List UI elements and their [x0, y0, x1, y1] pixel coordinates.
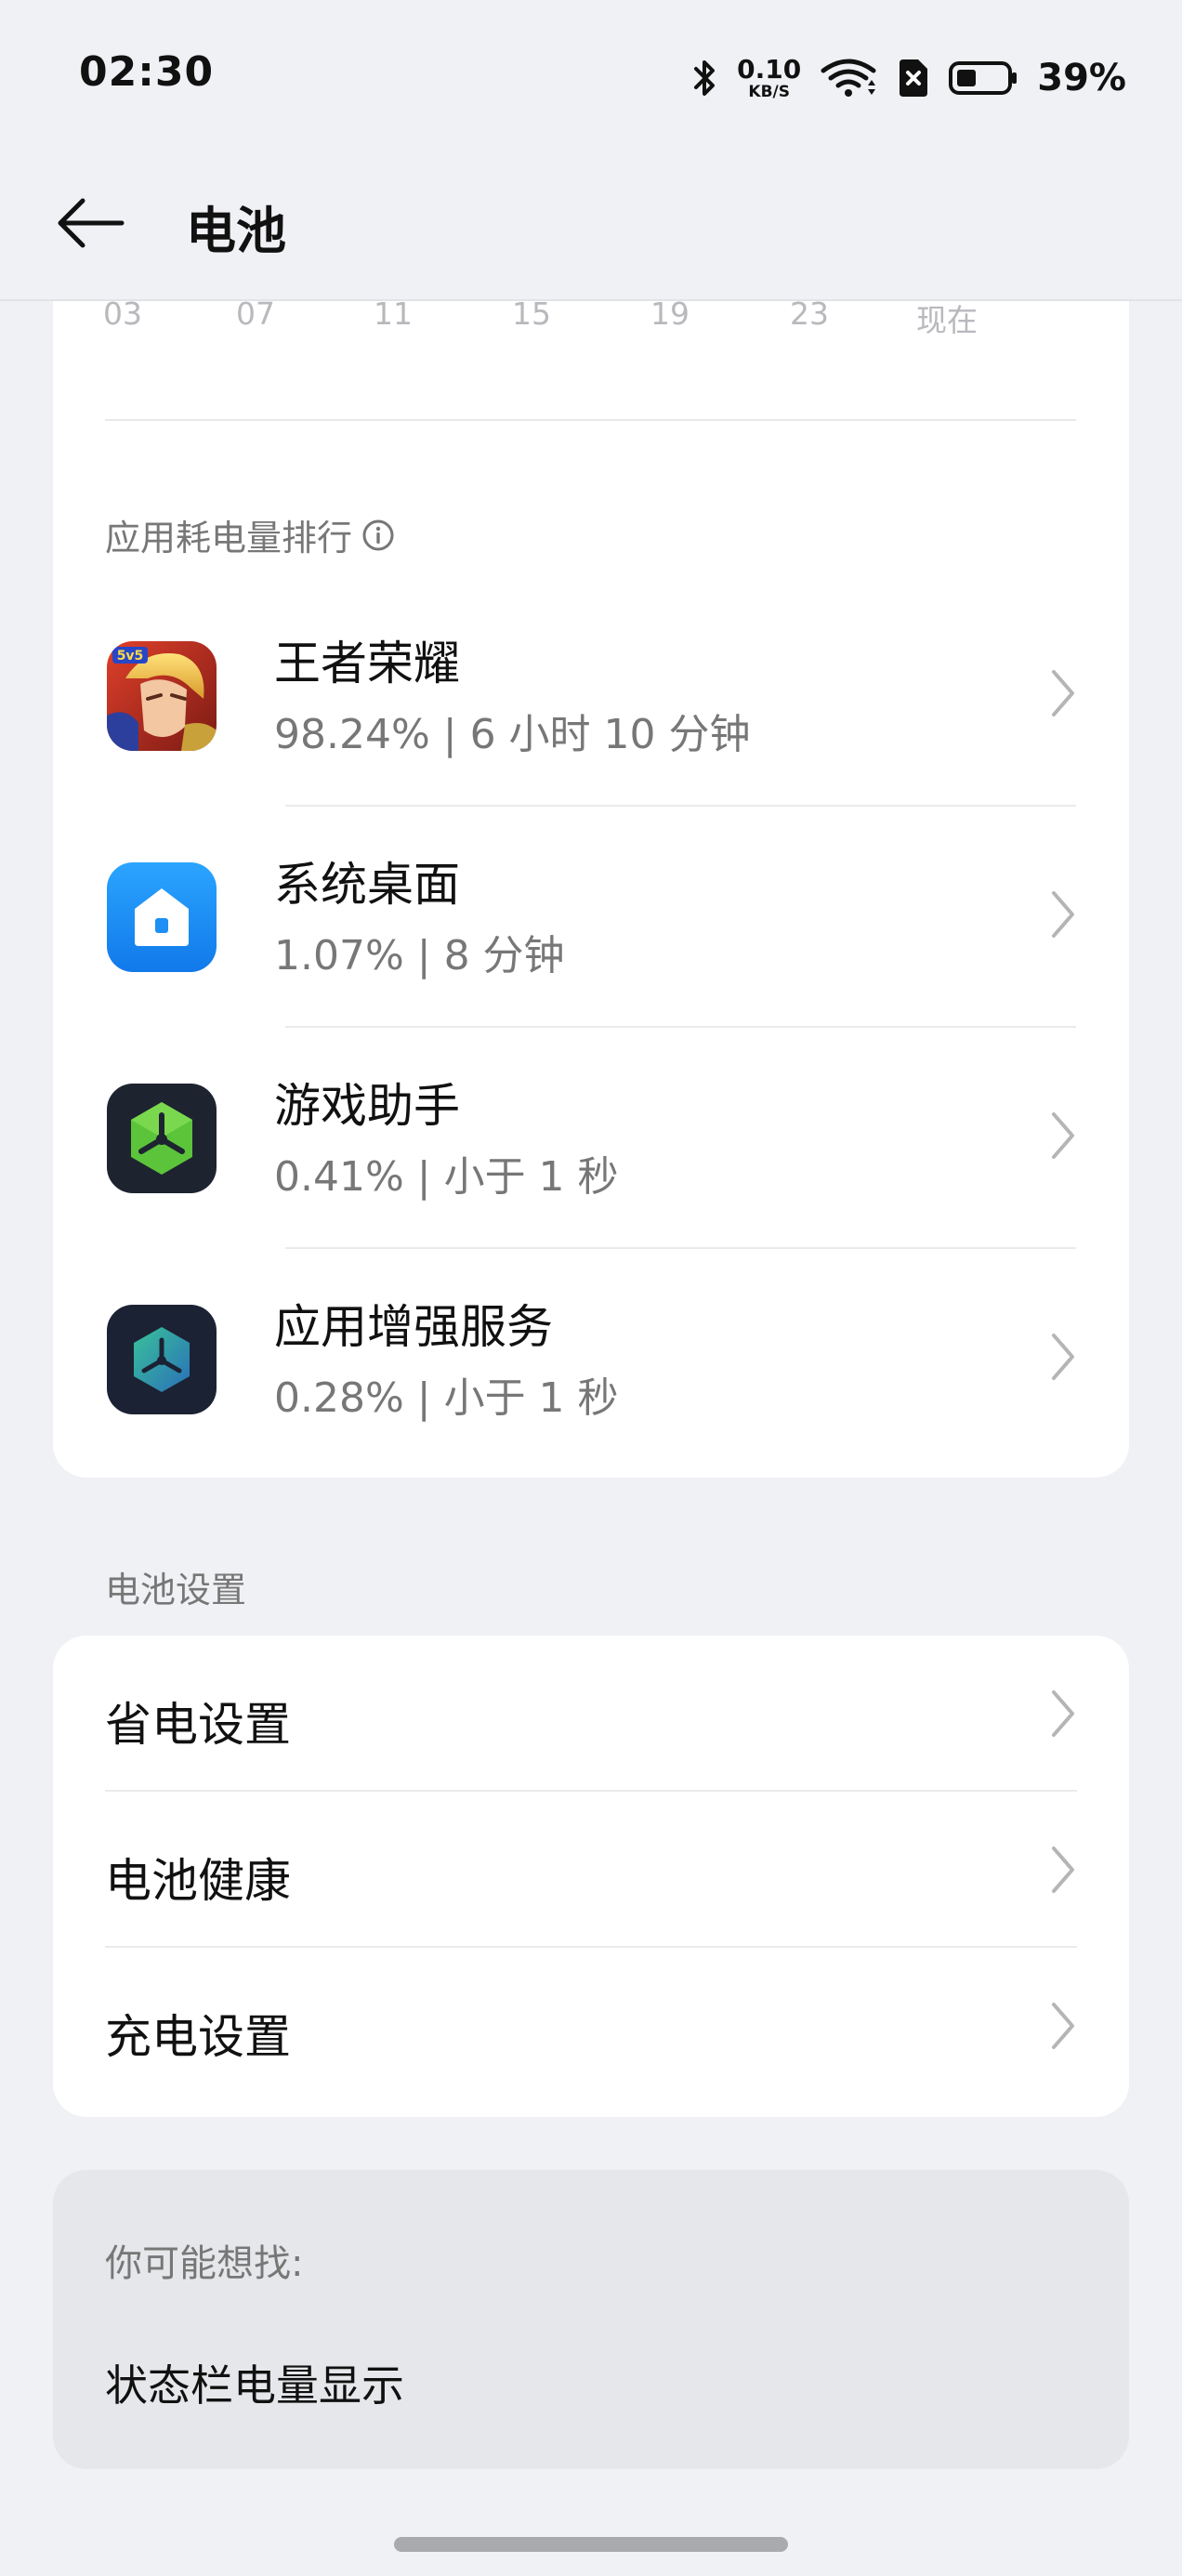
app-usage-stats: 1.07% | 8 分钟 — [274, 932, 565, 979]
battery-settings-title: 电池设置 — [105, 1570, 247, 1610]
battery-percent: 39% — [1037, 57, 1126, 99]
sim-off-icon — [900, 59, 928, 97]
chevron-right-icon — [1052, 891, 1074, 938]
setting-label: 省电设置 — [105, 1698, 291, 1752]
power-saving-settings-item[interactable]: 省电设置 — [53, 1636, 1129, 1792]
page-title: 电池 — [186, 202, 286, 260]
chart-divider — [105, 419, 1076, 421]
suggestion-link-status-bar-battery[interactable]: 状态栏电量显示 — [105, 2352, 404, 2413]
app-name: 应用增强服务 — [274, 1300, 553, 1354]
suggestions-title: 你可能想找: — [105, 2242, 304, 2285]
x-axis-label: 07 — [236, 296, 275, 332]
x-axis-label: 现在 — [916, 302, 978, 338]
game-king-glory-icon: 5v5 — [107, 641, 217, 751]
app-row-app-enhance[interactable]: 应用增强服务 0.28% | 小于 1 秒 — [53, 1249, 1129, 1470]
bluetooth-icon — [694, 60, 716, 96]
x-axis-label: 15 — [512, 296, 551, 332]
setting-label: 电池健康 — [105, 1854, 291, 1908]
battery-health-item[interactable]: 电池健康 — [53, 1792, 1129, 1948]
x-axis-label: 11 — [374, 296, 413, 332]
app-ranking-title-text: 应用耗电量排行 — [105, 518, 353, 559]
home-indicator[interactable] — [394, 2537, 788, 2552]
chevron-right-icon — [1052, 1690, 1074, 1737]
game-assistant-icon — [107, 1084, 217, 1193]
chevron-right-icon — [1052, 1847, 1074, 1893]
network-speed: 0.10 KB/S — [737, 53, 802, 101]
network-speed-unit: KB/S — [748, 82, 790, 101]
charging-settings-item[interactable]: 充电设置 — [53, 1948, 1129, 2104]
chevron-right-icon — [1052, 1112, 1074, 1159]
wifi-icon — [821, 59, 876, 97]
app-enhance-icon — [107, 1305, 217, 1414]
title-bar: 电池 — [0, 149, 1182, 299]
launcher-icon — [107, 862, 217, 972]
setting-label: 充电设置 — [105, 2010, 291, 2064]
network-speed-value: 0.10 — [737, 53, 802, 85]
chart-x-axis-labels: 03 07 11 15 19 23 现在 — [53, 296, 1129, 342]
x-axis-label: 03 — [103, 296, 142, 332]
app-usage-stats: 0.41% | 小于 1 秒 — [274, 1153, 619, 1201]
app-usage-stats: 0.28% | 小于 1 秒 — [274, 1374, 619, 1422]
chevron-right-icon — [1052, 2003, 1074, 2049]
app-usage-stats: 98.24% | 6 小时 10 分钟 — [274, 711, 751, 758]
app-row-game-assistant[interactable]: 游戏助手 0.41% | 小于 1 秒 — [53, 1028, 1129, 1249]
back-arrow-icon — [58, 198, 125, 248]
app-ranking-title: 应用耗电量排行 — [105, 509, 395, 560]
x-axis-label: 23 — [790, 296, 829, 332]
svg-text:5v5: 5v5 — [117, 649, 144, 664]
status-time: 02:30 — [79, 48, 215, 96]
app-name: 游戏助手 — [274, 1079, 460, 1133]
battery-icon — [949, 61, 1018, 95]
app-row-launcher[interactable]: 系统桌面 1.07% | 8 分钟 — [53, 807, 1129, 1028]
info-icon[interactable] — [361, 519, 395, 552]
suggestions-card: 你可能想找: 状态栏电量显示 — [53, 2170, 1129, 2469]
chevron-right-icon — [1052, 670, 1074, 716]
battery-settings-card: 省电设置 电池健康 充电设置 — [53, 1636, 1129, 2117]
status-bar: 02:30 0.10 KB/S 39% — [0, 0, 1182, 149]
x-axis-label: 19 — [650, 296, 690, 332]
back-button[interactable] — [48, 186, 132, 260]
app-name: 系统桌面 — [274, 858, 460, 912]
chevron-right-icon — [1052, 1334, 1074, 1380]
status-icons: 0.10 KB/S 39% — [690, 52, 1126, 104]
app-name: 王者荣耀 — [274, 637, 460, 690]
app-row-king-glory[interactable]: 5v5 王者荣耀 98.24% | 6 小时 10 分钟 — [53, 585, 1129, 807]
